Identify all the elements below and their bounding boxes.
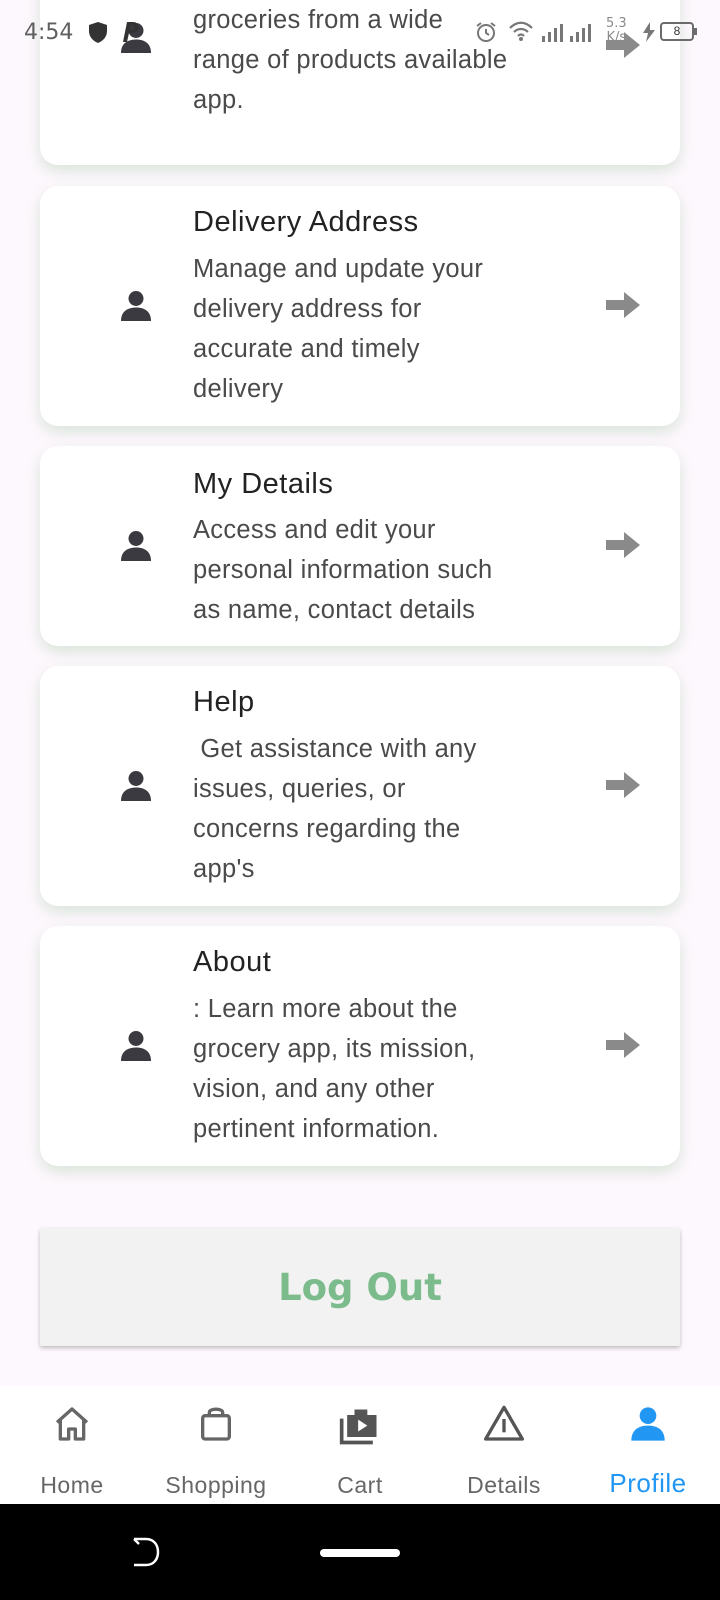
nav-home[interactable]: Home xyxy=(0,1386,144,1504)
home-icon xyxy=(55,1407,89,1441)
nav-profile[interactable]: Profile xyxy=(576,1386,720,1504)
menu-card-shopping[interactable]: select, and purchase groceries from a wi… xyxy=(40,0,680,165)
warning-triangle-icon xyxy=(484,1405,524,1441)
logout-button[interactable]: Log Out xyxy=(40,1228,680,1346)
nav-cart-label: Cart xyxy=(337,1472,383,1498)
person-icon xyxy=(121,531,151,561)
menu-card-description: : Learn more about the grocery app, its … xyxy=(193,995,476,1143)
menu-card-description: Manage and update your delivery address … xyxy=(193,255,484,403)
home-gesture-pill[interactable] xyxy=(320,1549,400,1557)
arrow-right-icon[interactable] xyxy=(606,530,642,560)
bottom-nav: Home Shopping Cart Details Profile xyxy=(0,1386,720,1504)
cart-icon xyxy=(339,1409,377,1445)
person-icon xyxy=(121,1031,151,1061)
menu-card-help[interactable]: Help Get assistance with any issues, que… xyxy=(40,666,680,906)
menu-card-title: Delivery Address xyxy=(193,206,419,238)
nav-details[interactable]: Details xyxy=(432,1386,576,1504)
menu-card-about[interactable]: About : Learn more about the grocery app… xyxy=(40,926,680,1166)
arrow-right-icon[interactable] xyxy=(606,290,642,320)
menu-card-title: Help xyxy=(193,686,255,718)
nav-details-label: Details xyxy=(467,1472,541,1498)
menu-card-delivery-address[interactable]: Delivery Address Manage and update your … xyxy=(40,186,680,426)
menu-card-description: Get assistance with any issues, queries,… xyxy=(193,735,477,883)
nav-profile-label: Profile xyxy=(609,1468,687,1498)
menu-card-description: select, and purchase groceries from a wi… xyxy=(193,6,508,114)
profile-screen: 4:54 5.3 K/s 8 groceries from a wide ran… xyxy=(0,0,720,1600)
person-icon xyxy=(631,1407,665,1441)
arrow-right-icon[interactable] xyxy=(606,30,642,60)
nav-shopping-label: Shopping xyxy=(165,1472,267,1498)
arrow-right-icon[interactable] xyxy=(606,1030,642,1060)
person-icon xyxy=(121,23,151,53)
nav-shopping[interactable]: Shopping xyxy=(144,1386,288,1504)
menu-card-description: Access and edit your personal informatio… xyxy=(193,516,493,624)
menu-card-title: About xyxy=(193,946,272,978)
menu-card-title: My Details xyxy=(193,468,334,500)
person-icon xyxy=(121,291,151,321)
person-icon xyxy=(121,771,151,801)
menu-card-my-details[interactable]: My Details Access and edit your personal… xyxy=(40,446,680,646)
nav-home-label: Home xyxy=(40,1472,104,1498)
shopping-bag-icon xyxy=(201,1407,231,1441)
arrow-right-icon[interactable] xyxy=(606,770,642,800)
logout-label: Log Out xyxy=(278,1265,442,1309)
nav-cart[interactable]: Cart xyxy=(288,1386,432,1504)
back-gesture-icon[interactable] xyxy=(130,1537,162,1567)
system-nav-bar xyxy=(0,1504,720,1600)
